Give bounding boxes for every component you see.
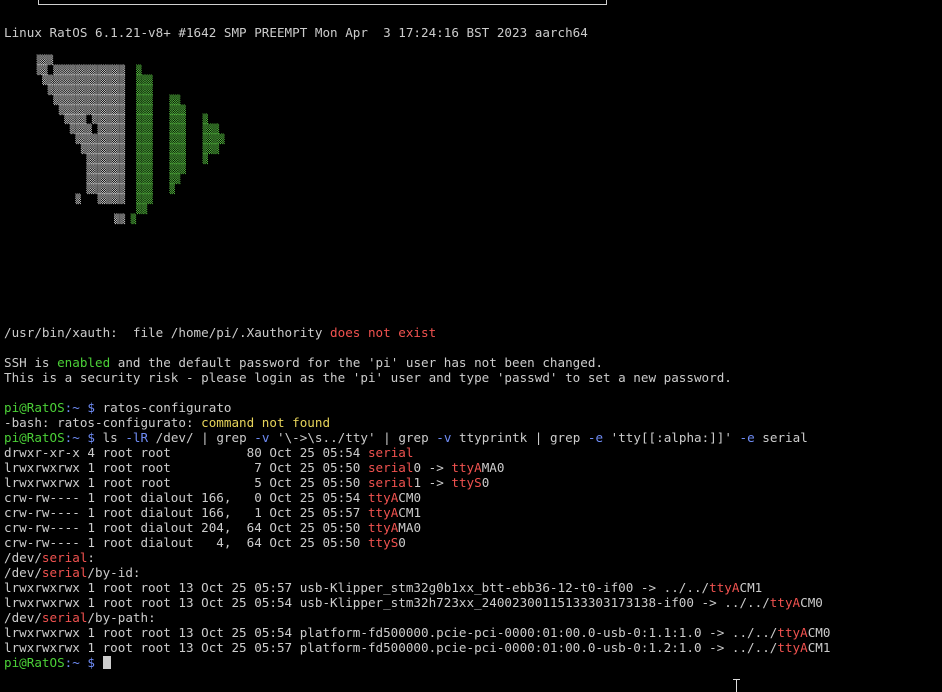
dev-serial-header: /dev/serial: (4, 550, 96, 565)
logo-row: ▒▒ ▒ (20, 213, 137, 225)
bash-error-line: -bash: ratos-configurato: command not fo… (4, 415, 331, 430)
command-line-1: pi@RatOS:~ $ ratos-configurato (4, 400, 232, 415)
ssh-warning-line-2: This is a security risk - please login a… (4, 370, 732, 385)
prompt-user: pi@RatOS (4, 655, 65, 670)
text-cursor (102, 656, 111, 669)
prompt-user: pi@RatOS (4, 430, 65, 445)
ls-row: lrwxrwxrwx 1 root root 7 Oct 25 05:50 se… (4, 460, 505, 475)
command-not-found: command not found (201, 415, 331, 430)
command-line-current[interactable]: pi@RatOS:~ $ (4, 655, 111, 670)
ratos-logo: ▒▒▒ ▒▒ ▒▒▒▒▒▒▒▒▒▒▒▒▒ ▒ ▒▒▒▒▒▒▒▒▒▒▒▒▒▒▒ ▒… (20, 56, 225, 224)
by-id-row: lrwxrwxrwx 1 root root 13 Oct 25 05:57 u… (4, 580, 763, 595)
ls-row: drwxr-xr-x 4 root root 80 Oct 25 05:54 s… (4, 445, 414, 460)
xauth-error: does not exist (330, 325, 437, 340)
xauth-message: /usr/bin/xauth: file /home/pi/.Xauthorit… (4, 325, 331, 340)
prompt-path: :~ $ (64, 430, 103, 445)
command-text: ratos-configurato (102, 400, 232, 415)
ls-row: lrwxrwxrwx 1 root root 5 Oct 25 05:50 se… (4, 475, 490, 490)
by-id-row: lrwxrwxrwx 1 root root 13 Oct 25 05:54 u… (4, 595, 823, 610)
ls-row: crw-rw---- 1 root dialout 204, 64 Oct 25… (4, 520, 422, 535)
ls-row: crw-rw---- 1 root dialout 166, 1 Oct 25 … (4, 505, 422, 520)
prompt-path: :~ $ (64, 400, 103, 415)
ls-row: crw-rw---- 1 root dialout 4, 64 Oct 25 0… (4, 535, 406, 550)
dev-serial-by-id-header: /dev/serial/by-id: (4, 565, 141, 580)
prompt-path: :~ $ (64, 655, 103, 670)
command-line-2: pi@RatOS:~ $ ls -lR /dev/ | grep -v '\->… (4, 430, 808, 445)
ibeam-cursor-icon (733, 679, 741, 692)
uname-line: Linux RatOS 6.1.21-v8+ #1642 SMP PREEMPT… (4, 25, 588, 40)
top-frame-border (38, 0, 607, 5)
ssh-enabled-word: enabled (57, 355, 111, 370)
xauth-line: /usr/bin/xauth: file /home/pi/.Xauthorit… (4, 325, 436, 340)
by-path-row: lrwxrwxrwx 1 root root 13 Oct 25 05:57 p… (4, 640, 831, 655)
terminal-window[interactable]: Linux RatOS 6.1.21-v8+ #1642 SMP PREEMPT… (0, 0, 942, 692)
prompt-user: pi@RatOS (4, 400, 65, 415)
ssh-warning-line-1: SSH is enabled and the default password … (4, 355, 603, 370)
by-path-row: lrwxrwxrwx 1 root root 13 Oct 25 05:54 p… (4, 625, 831, 640)
ls-row: crw-rw---- 1 root dialout 166, 0 Oct 25 … (4, 490, 422, 505)
dev-serial-by-path-header: /dev/serial/by-path: (4, 610, 156, 625)
